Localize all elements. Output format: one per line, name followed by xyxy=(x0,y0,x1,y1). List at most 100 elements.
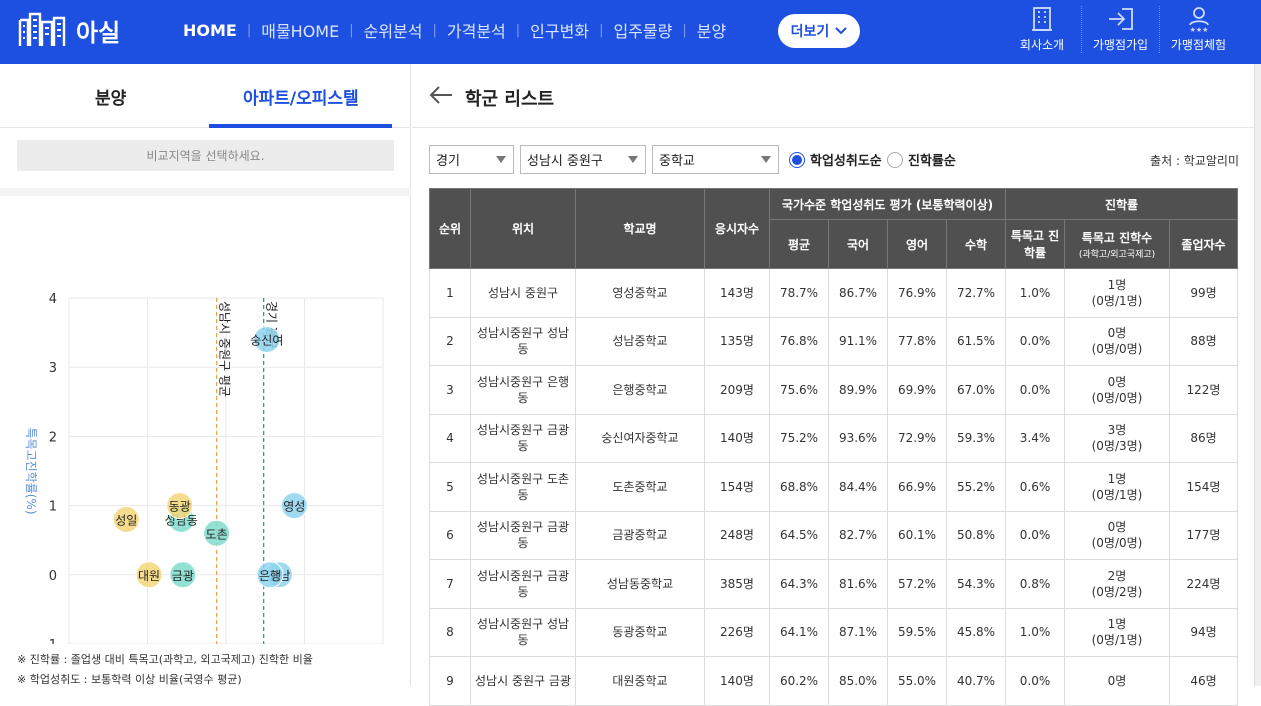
cell-eng: 59.5% xyxy=(887,607,947,657)
nav-supply[interactable]: 입주물량 xyxy=(613,18,672,42)
school-level-select[interactable]: 중학교 xyxy=(652,145,779,174)
table-row[interactable]: 3 성남시중원구 은행동 은행중학교 209명 75.6% 89.9% 69.9% 67.0%… xyxy=(429,365,1238,415)
dropdown-arrow-icon xyxy=(628,156,638,163)
franchise-trial-label: 가맹점체험 xyxy=(1170,38,1227,52)
cell-school: 대원중학교 xyxy=(575,656,705,706)
cell-loc: 성남시중원구 금광동 xyxy=(470,559,576,609)
advancement-total: 2명 xyxy=(1107,568,1127,583)
col-header-graduates: 졸업자수 xyxy=(1169,219,1238,269)
cell-loc: 성남시중원구 금광동 xyxy=(470,413,576,463)
table-row[interactable]: 4 성남시중원구 금광동 숭신여자중학교 140명 75.2% 93.6% 72.9% 59.… xyxy=(429,413,1238,463)
table-row[interactable]: 2 성남시중원구 성남동 성남중학교 135명 76.8% 91.1% 77.8% 61.5%… xyxy=(429,316,1238,366)
cell-count: 140명 xyxy=(704,656,770,706)
franchise-join-link[interactable]: 가맹점가입 xyxy=(1081,6,1159,53)
district-select[interactable]: 성남시 중원구 xyxy=(520,145,646,174)
company-info-link[interactable]: 회사소개 xyxy=(1003,6,1081,53)
cell-kor: 82.7% xyxy=(828,510,888,560)
cell-school: 금광중학교 xyxy=(575,510,705,560)
nav-separator: | xyxy=(599,22,604,38)
y-tick-label: 1 xyxy=(49,500,57,515)
cell-kor: 85.0% xyxy=(828,656,888,706)
cell-math: 67.0% xyxy=(946,365,1006,415)
cell-rate: 0.8% xyxy=(1005,559,1065,609)
nav-home[interactable]: HOME xyxy=(183,21,237,40)
dropdown-arrow-icon xyxy=(496,156,506,163)
cell-rate: 0.0% xyxy=(1005,365,1065,415)
sort-by-achievement-radio[interactable]: 학업성취도순 xyxy=(789,150,882,169)
cell-eng: 72.9% xyxy=(887,413,947,463)
chart-notes: ※ 진학률 : 졸업생 대비 특목고(과학고, 외고국제고) 진학한 비율 ※ … xyxy=(17,650,313,690)
col-header-advancement-count: 특목고 진학수 (과학고/외고국제고) xyxy=(1064,219,1170,269)
table-row[interactable]: 8 성남시중원구 성남동 동광중학교 226명 64.1% 87.1% 59.5% 45.8%… xyxy=(429,607,1238,657)
reference-line-label: 성남시 중원구 평균 xyxy=(218,301,232,397)
col-group-achievement: 국가수준 학업성취도 평가 (보통학력이상) xyxy=(769,188,1006,220)
cell-advancement-count: 1명 (0명/1명) xyxy=(1064,462,1170,512)
nav-price[interactable]: 가격분석 xyxy=(447,18,506,42)
advancement-total: 1명 xyxy=(1107,471,1127,486)
tab-presale[interactable]: 분양 xyxy=(95,84,126,109)
cell-kor: 81.6% xyxy=(828,559,888,609)
school-scatter-chart: 506070809043210-1학업성취도(%)특목고진학률(%)성남시 중원… xyxy=(24,292,384,644)
sort-by-advancement-radio[interactable]: 진학률순 xyxy=(887,150,956,169)
sort-by-achievement-label: 학업성취도순 xyxy=(810,154,882,169)
cell-school: 영성중학교 xyxy=(575,268,705,318)
table-row[interactable]: 1 성남시 중원구 영성중학교 143명 78.7% 86.7% 76.9% 72.7% 1.0… xyxy=(429,268,1238,318)
left-panel: 분양 아파트/오피스텔 비교지역을 선택하세요. 506070809043210… xyxy=(0,64,411,686)
cell-count: 135명 xyxy=(704,316,770,366)
point-label: 도촌 xyxy=(206,527,228,541)
scrollbar[interactable] xyxy=(1254,64,1261,686)
svg-text:★★★: ★★★ xyxy=(1189,26,1208,32)
cell-math: 72.7% xyxy=(946,268,1006,318)
table-row[interactable]: 9 성남시 중원구 금광 대원중학교 140명 60.2% 85.0% 55.0% 40.7%… xyxy=(429,656,1238,706)
cell-kor: 91.1% xyxy=(828,316,888,366)
nav-population[interactable]: 인구변화 xyxy=(530,18,589,42)
building-icon xyxy=(1032,7,1052,31)
table-row[interactable]: 7 성남시중원구 금광동 성남동중학교 385명 64.3% 81.6% 57.2% 54.3… xyxy=(429,559,1238,609)
cell-math: 61.5% xyxy=(946,316,1006,366)
col-header-math: 수학 xyxy=(946,219,1006,269)
cell-math: 50.8% xyxy=(946,510,1006,560)
cell-kor: 89.9% xyxy=(828,365,888,415)
cell-avg: 76.8% xyxy=(769,316,829,366)
advancement-total: 1명 xyxy=(1107,277,1127,292)
nav-separator: | xyxy=(432,22,437,38)
y-tick-label: 0 xyxy=(49,569,57,584)
title-divider xyxy=(412,127,1254,128)
franchise-trial-link[interactable]: ★★★ 가맹점체험 xyxy=(1159,6,1237,53)
cell-advancement-count: 3명 (0명/3명) xyxy=(1064,413,1170,463)
cell-loc: 성남시중원구 성남동 xyxy=(470,316,576,366)
advancement-total: 0명 xyxy=(1107,520,1127,535)
region-select[interactable]: 경기 xyxy=(429,145,514,174)
cell-loc: 성남시중원구 도촌동 xyxy=(470,462,576,512)
nav-listing-home[interactable]: 매물HOME xyxy=(261,18,339,42)
company-info-label: 회사소개 xyxy=(1019,38,1065,52)
col-header-test-takers: 응시자수 xyxy=(704,188,770,269)
property-type-tabs: 분양 아파트/오피스텔 xyxy=(0,64,411,128)
table-row[interactable]: 6 성남시중원구 금광동 금광중학교 248명 64.5% 82.7% 60.1% 50.8%… xyxy=(429,510,1238,560)
advancement-total: 0명 xyxy=(1107,673,1127,688)
back-arrow-icon[interactable] xyxy=(428,84,454,106)
point-label: 은행 xyxy=(259,568,281,583)
advancement-breakdown: (0명/0명) xyxy=(1091,342,1143,357)
table-body: 1 성남시 중원구 영성중학교 143명 78.7% 86.7% 76.9% 72.7% 1.0… xyxy=(429,268,1238,706)
advancement-total: 3명 xyxy=(1107,423,1127,438)
cell-grad: 122명 xyxy=(1169,365,1238,415)
nav-presale[interactable]: 분양 xyxy=(697,18,726,42)
cell-math: 40.7% xyxy=(946,656,1006,706)
tab-apartment-officetel[interactable]: 아파트/오피스텔 xyxy=(243,84,359,109)
cell-rate: 0.6% xyxy=(1005,462,1065,512)
compare-region-selector[interactable]: 비교지역을 선택하세요. xyxy=(17,140,394,171)
cell-math: 45.8% xyxy=(946,607,1006,657)
cell-rank: 4 xyxy=(429,413,471,463)
cell-school: 성남동중학교 xyxy=(575,559,705,609)
cell-rate: 1.0% xyxy=(1005,268,1065,318)
cell-loc: 성남시중원구 성남동 xyxy=(470,607,576,657)
logo[interactable]: 아실 xyxy=(18,12,120,48)
cell-eng: 76.9% xyxy=(887,268,947,318)
table-row[interactable]: 5 성남시중원구 도촌동 도촌중학교 154명 68.8% 84.4% 66.9% 55.2%… xyxy=(429,462,1238,512)
nav-ranking[interactable]: 순위분석 xyxy=(364,18,423,42)
more-button[interactable]: 더보기 xyxy=(778,14,860,48)
cell-eng: 69.9% xyxy=(887,365,947,415)
cell-advancement-count: 0명 (0명/0명) xyxy=(1064,316,1170,366)
advancement-breakdown: (0명/2명) xyxy=(1091,584,1143,599)
